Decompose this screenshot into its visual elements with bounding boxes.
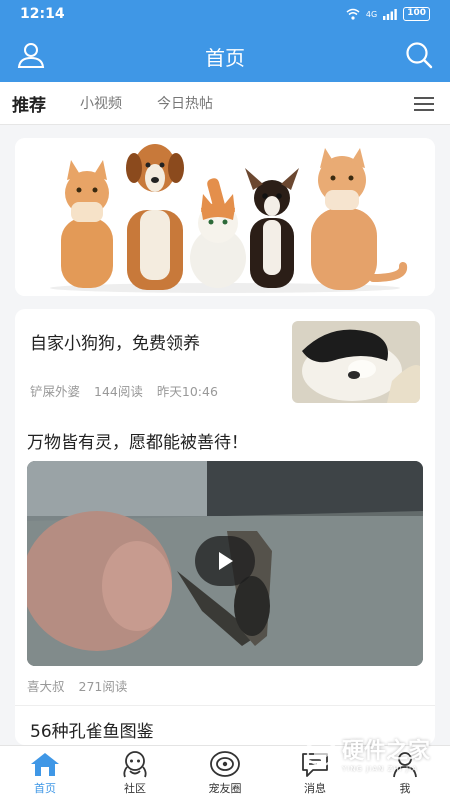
nav-home[interactable]: 首页 (15, 750, 75, 796)
post-card[interactable]: 自家小狗狗，免费领养 铲屎外婆 144阅读 昨天10:46 (15, 309, 435, 413)
feed-list: 自家小狗狗，免费领养 铲屎外婆 144阅读 昨天10:46 万物皆有灵，愿都能被… (15, 309, 435, 745)
tab-hot-posts[interactable]: 今日热帖 (157, 93, 213, 113)
video-player[interactable] (27, 461, 423, 666)
pets-banner[interactable] (15, 138, 435, 296)
status-time: 12:14 (20, 6, 65, 22)
home-icon (31, 753, 59, 776)
nav-community-label: 社区 (124, 782, 146, 795)
pet-circle-icon (210, 751, 240, 777)
signal-label: 4G (365, 9, 378, 19)
nav-messages-label: 消息 (304, 782, 326, 795)
play-button[interactable] (195, 536, 255, 586)
category-tabs: 推荐 小视频 今日热帖 (0, 82, 450, 125)
watermark: 硬件之家 YING JIAN ZHI JIA (306, 733, 430, 773)
page-title: 首页 (205, 46, 245, 70)
watermark-text: 硬件之家 (341, 739, 430, 764)
nav-home-label: 首页 (34, 782, 56, 795)
status-icons: 4G 100 (346, 7, 430, 21)
post-title[interactable]: 56种孔雀鱼图鉴 (30, 717, 154, 742)
nav-community[interactable]: 社区 (105, 750, 165, 796)
nav-profile-label: 我 (399, 782, 411, 795)
post-thumbnail[interactable] (292, 321, 420, 403)
app-bar: 首页 (0, 30, 450, 82)
watermark-subtext: YING JIAN ZHI JIA (341, 765, 418, 773)
pets-banner-image (15, 138, 435, 296)
nav-pet-circle[interactable]: 宠友圈 (195, 750, 255, 796)
tab-recommend[interactable]: 推荐 (12, 91, 46, 116)
community-icon (123, 751, 147, 778)
post-time: 昨天10:46 (156, 384, 218, 399)
status-bar: 12:14 4G 100 (0, 0, 450, 30)
search-icon[interactable] (404, 40, 434, 70)
nav-pet-circle-label: 宠友圈 (208, 782, 242, 795)
post-author: 喜大叔 (27, 679, 65, 694)
post-author: 铲屎外婆 (30, 384, 81, 399)
watermark-logo-icon (306, 737, 336, 769)
menu-icon[interactable] (412, 94, 436, 114)
wifi-icon (346, 8, 360, 20)
post-reads: 144阅读 (94, 384, 143, 399)
post-reads: 271阅读 (78, 679, 128, 694)
tab-short-video[interactable]: 小视频 (80, 93, 122, 113)
post-meta: 喜大叔 271阅读 (27, 676, 127, 695)
signal-icon (383, 8, 398, 20)
battery-icon: 100 (403, 7, 430, 21)
post-meta: 铲屎外婆 144阅读 昨天10:46 (30, 381, 218, 400)
post-title[interactable]: 万物皆有灵，愿都能被善待！ (27, 428, 248, 453)
play-icon (219, 552, 233, 570)
post-title[interactable]: 自家小狗狗，免费领养 (30, 329, 200, 354)
post-card[interactable]: 万物皆有灵，愿都能被善待！ 喜大叔 271阅读 (15, 413, 435, 705)
